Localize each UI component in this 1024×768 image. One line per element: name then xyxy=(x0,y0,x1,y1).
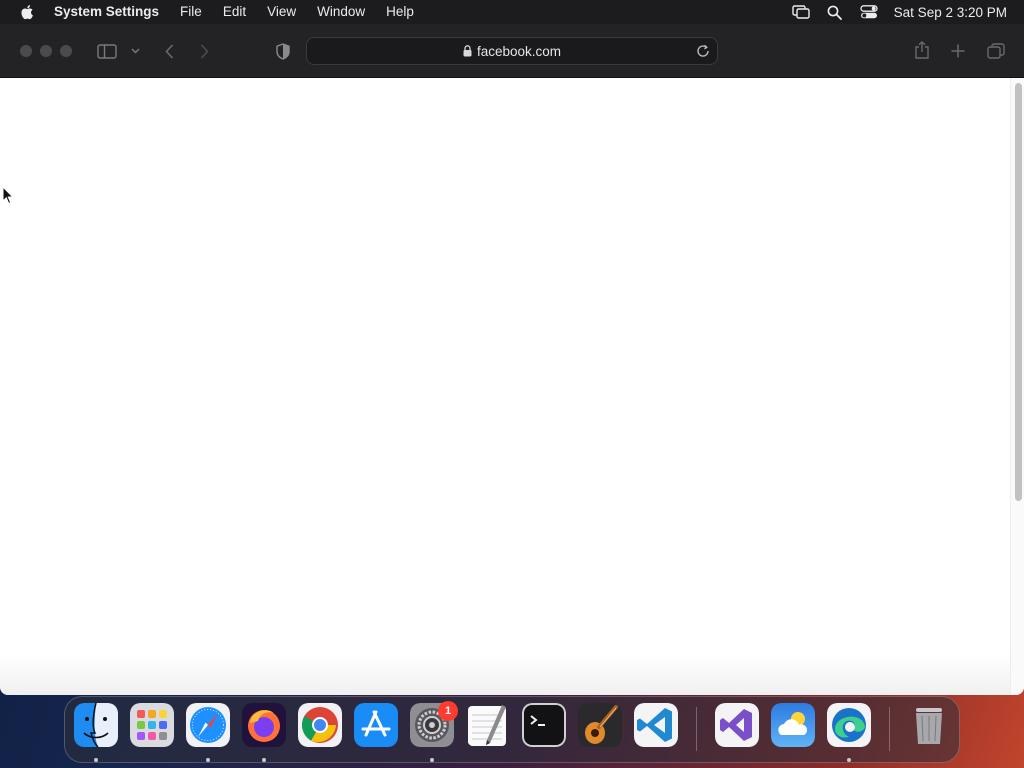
dock-terminal[interactable] xyxy=(522,703,566,747)
dock-separator xyxy=(889,707,890,751)
dock-microsoft-edge[interactable] xyxy=(827,703,871,747)
reload-icon[interactable] xyxy=(695,43,711,59)
apple-icon[interactable] xyxy=(0,0,52,24)
forward-icon[interactable] xyxy=(195,41,213,61)
dock-google-chrome[interactable] xyxy=(298,703,342,747)
menu-view[interactable]: View xyxy=(257,0,307,24)
screen-mirroring-icon[interactable] xyxy=(784,0,818,24)
url-text: facebook.com xyxy=(476,43,562,59)
dock-trash[interactable] xyxy=(907,703,951,747)
new-tab-icon[interactable] xyxy=(948,41,968,61)
dock-visual-studio[interactable] xyxy=(715,703,759,747)
minimize-window-button[interactable] xyxy=(40,45,52,57)
running-indicator xyxy=(847,758,851,762)
address-bar[interactable]: facebook.com xyxy=(306,37,718,65)
browser-toolbar: facebook.com xyxy=(0,24,1024,78)
dock-garageband[interactable] xyxy=(578,703,622,747)
menu-help[interactable]: Help xyxy=(376,0,425,24)
running-indicator xyxy=(206,758,210,762)
menu-window[interactable]: Window xyxy=(307,0,376,24)
vertical-scrollbar[interactable] xyxy=(1010,78,1024,695)
dock-weather[interactable] xyxy=(771,703,815,747)
menu-bar: System Settings File Edit View Window He… xyxy=(0,0,1024,24)
dock-firefox[interactable] xyxy=(242,703,286,747)
dock-finder[interactable] xyxy=(74,703,118,747)
app-menu-system-settings[interactable]: System Settings xyxy=(52,0,170,24)
notification-badge: 1 xyxy=(438,701,458,721)
mouse-pointer-icon xyxy=(2,185,14,206)
dock xyxy=(64,696,960,763)
dock-safari[interactable] xyxy=(186,703,230,747)
control-center-icon[interactable] xyxy=(852,0,886,24)
menubar-clock[interactable]: Sat Sep 2 3:20 PM xyxy=(886,5,1024,20)
zoom-window-button[interactable] xyxy=(60,45,72,57)
share-icon[interactable] xyxy=(912,39,932,61)
shield-icon[interactable] xyxy=(274,41,292,61)
dock-app-store[interactable] xyxy=(354,703,398,747)
scrollbar-thumb[interactable] xyxy=(1015,83,1022,501)
sidebar-toggle-icon[interactable] xyxy=(96,41,118,61)
running-indicator xyxy=(262,758,266,762)
menu-file[interactable]: File xyxy=(170,0,213,24)
back-icon[interactable] xyxy=(160,41,178,61)
running-indicator xyxy=(430,758,434,762)
close-window-button[interactable] xyxy=(20,45,32,57)
tab-overview-icon[interactable] xyxy=(985,41,1007,61)
spotlight-search-icon[interactable] xyxy=(818,0,852,24)
dock-visual-studio-code[interactable] xyxy=(634,703,678,747)
menu-edit[interactable]: Edit xyxy=(212,0,256,24)
page-bottom-shadow xyxy=(0,655,1010,695)
chevron-down-icon[interactable] xyxy=(128,44,142,58)
running-indicator xyxy=(94,758,98,762)
dock-launchpad[interactable] xyxy=(130,703,174,747)
web-page-content[interactable] xyxy=(0,78,1024,695)
lock-icon xyxy=(463,45,472,57)
dock-textedit[interactable] xyxy=(466,703,510,747)
dock-separator xyxy=(696,707,697,751)
